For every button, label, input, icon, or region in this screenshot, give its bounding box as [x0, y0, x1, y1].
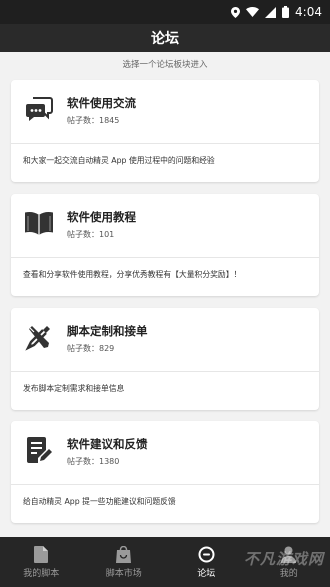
forum-post-count: 帖子数：1845: [67, 116, 120, 125]
signal-icon: [265, 6, 277, 18]
status-time: 4:04: [295, 5, 322, 19]
shopping-bag-icon: [116, 545, 132, 563]
forum-post-count: 帖子数：1380: [67, 457, 120, 466]
forum-card-exchange[interactable]: 软件使用交流 帖子数：1845 和大家一起交流自动精灵 App 使用过程中的问题…: [11, 80, 319, 182]
forum-title: 脚本定制和接单: [67, 324, 148, 338]
forum-card-header: 软件使用教程 帖子数：101: [11, 194, 319, 258]
forum-icon: [198, 546, 215, 563]
forum-description: 和大家一起交流自动精灵 App 使用过程中的问题和经验: [23, 156, 215, 165]
battery-icon: [282, 6, 290, 18]
forum-post-count: 帖子数：101: [67, 230, 115, 239]
nav-forum[interactable]: 论坛: [165, 537, 248, 587]
document-icon: [34, 545, 49, 563]
nav-script-market[interactable]: 脚本市场: [83, 537, 166, 587]
forum-card-feedback[interactable]: 软件建议和反馈 帖子数：1380 给自动精灵 App 提一些功能建议和问题反馈: [11, 421, 319, 523]
nav-my-scripts[interactable]: 我的脚本: [0, 537, 83, 587]
book-icon: [24, 208, 54, 238]
forum-title: 软件使用交流: [67, 96, 136, 110]
forum-description: 发布脚本定制需求和接单信息: [23, 384, 125, 393]
forum-title: 软件建议和反馈: [67, 437, 148, 451]
page-title: 论坛: [151, 31, 179, 47]
forum-card-header: 软件建议和反馈 帖子数：1380: [11, 421, 319, 485]
watermark: 不凡游戏网: [243, 550, 324, 568]
nav-label: 脚本市场: [105, 568, 142, 579]
wifi-icon: [246, 7, 260, 17]
forum-post-count: 帖子数：829: [67, 344, 115, 353]
forum-card-tutorial[interactable]: 软件使用教程 帖子数：101 查看和分享软件使用教程，分享优秀教程有【大量积分奖…: [11, 194, 319, 296]
chat-icon: [24, 94, 54, 124]
forum-description: 查看和分享软件使用教程，分享优秀教程有【大量积分奖励】！: [23, 270, 242, 279]
forum-card-header: 脚本定制和接单 帖子数：829: [11, 308, 319, 372]
forum-card-custom-scripts[interactable]: 脚本定制和接单 帖子数：829 发布脚本定制需求和接单信息: [11, 308, 319, 410]
section-subtitle: 选择一个论坛板块进入: [122, 60, 208, 70]
nav-label: 论坛: [197, 568, 216, 579]
forum-title: 软件使用教程: [67, 210, 136, 224]
app-bar: 论坛: [0, 24, 330, 52]
status-bar: 4:04: [0, 0, 330, 24]
forum-description: 给自动精灵 App 提一些功能建议和问题反馈: [23, 497, 176, 506]
feedback-icon: [24, 435, 54, 465]
forum-card-header: 软件使用交流 帖子数：1845: [11, 80, 319, 144]
nav-label: 我的脚本: [23, 568, 60, 579]
tools-icon: [24, 322, 54, 352]
location-icon: [231, 6, 241, 18]
